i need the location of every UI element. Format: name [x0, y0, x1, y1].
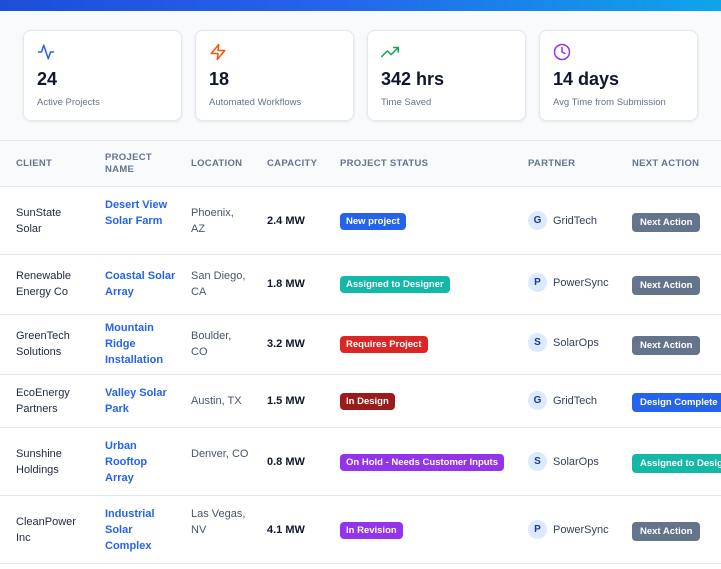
header-project-status[interactable]: PROJECT STATUS: [340, 158, 428, 170]
partner-avatar: S: [528, 452, 547, 471]
project-name-link[interactable]: Urban Rooftop Array: [105, 438, 177, 486]
partner-cell: P PowerSync: [528, 520, 609, 539]
client-name: SunState Solar: [16, 207, 62, 235]
partner-cell: G GridTech: [528, 211, 597, 230]
capacity: 0.8 MW: [267, 456, 305, 468]
partner-name: GridTech: [553, 214, 598, 227]
stats-row: 24 Active Projects 18 Automated Workflow…: [23, 30, 698, 121]
location: Boulder, CO: [191, 330, 232, 358]
header-location[interactable]: LOCATION: [191, 158, 242, 170]
project-name-link[interactable]: Mountain Ridge Installation: [105, 320, 177, 368]
partner-cell: P PowerSync: [528, 273, 609, 292]
status-cell: In Revision: [340, 522, 403, 539]
table-row[interactable]: SunState Solar Desert View Solar Farm Ph…: [0, 187, 721, 255]
action-cell: Next Action: [632, 336, 701, 355]
partner-avatar: S: [528, 333, 547, 352]
location: Austin, TX: [191, 395, 242, 407]
capacity: 3.2 MW: [267, 338, 305, 350]
capacity: 1.5 MW: [267, 395, 305, 407]
partner-avatar: G: [528, 211, 547, 230]
project-name-link[interactable]: Coastal Solar Array: [105, 268, 177, 300]
table-row[interactable]: GreenTech Solutions Mountain Ridge Insta…: [0, 315, 721, 375]
stat-card-active-projects: 24 Active Projects: [23, 30, 182, 121]
status-cell: Assigned to Designer: [340, 276, 450, 293]
partner-avatar: P: [528, 520, 547, 539]
partner-name: SolarOps: [553, 336, 599, 349]
status-badge: New project: [340, 213, 406, 230]
next-action-button[interactable]: Next Action: [632, 522, 701, 541]
stat-card-avg-time: 14 days Avg Time from Submission: [539, 30, 698, 121]
clock-icon: [553, 43, 571, 61]
status-badge: Assigned to Designer: [340, 276, 450, 293]
location: Denver, CO: [191, 448, 249, 460]
partner-name: PowerSync: [553, 523, 609, 536]
capacity: 2.4 MW: [267, 215, 305, 227]
location: Phoenix, AZ: [191, 207, 234, 235]
location: San Diego, CA: [191, 270, 246, 298]
client-name: EcoEnergy Partners: [16, 387, 70, 415]
stat-label: Avg Time from Submission: [553, 97, 666, 108]
table-row[interactable]: CleanPower Inc Industrial Solar Complex …: [0, 496, 721, 564]
status-badge: In Design: [340, 393, 395, 410]
location: Las Vegas, NV: [191, 508, 246, 536]
action-cell: Next Action: [632, 213, 701, 232]
status-cell: New project: [340, 213, 406, 230]
activity-icon: [37, 44, 55, 60]
status-cell: Requires Project: [340, 336, 428, 353]
next-action-button[interactable]: Next Action: [632, 336, 701, 355]
partner-name: GridTech: [553, 394, 598, 407]
partner-cell: S SolarOps: [528, 333, 599, 352]
action-cell: Next Action: [632, 276, 701, 295]
table-header: CLIENT PROJECT NAME LOCATION CAPACITY PR…: [0, 141, 721, 187]
design-complete-button[interactable]: Design Complete: [632, 393, 721, 412]
header-project-name[interactable]: PROJECT NAME: [105, 152, 165, 176]
partner-cell: S SolarOps: [528, 452, 599, 471]
capacity: 4.1 MW: [267, 524, 305, 536]
status-badge: In Revision: [340, 522, 403, 539]
capacity: 1.8 MW: [267, 278, 305, 290]
stat-card-automated-workflows: 18 Automated Workflows: [195, 30, 354, 121]
header-partner[interactable]: PARTNER: [528, 158, 575, 170]
stat-value: 24: [37, 69, 58, 89]
stat-value: 14 days: [553, 69, 620, 89]
stat-value: 342 hrs: [381, 69, 445, 89]
stat-card-time-saved: 342 hrs Time Saved: [367, 30, 526, 121]
stat-label: Automated Workflows: [209, 97, 302, 108]
header-next-action[interactable]: NEXT ACTION: [632, 158, 699, 170]
project-name-link[interactable]: Industrial Solar Complex: [105, 506, 177, 554]
assigned-to-designer-button[interactable]: Assigned to Designer: [632, 454, 721, 473]
project-name-link[interactable]: Desert View Solar Farm: [105, 197, 177, 229]
client-name: Renewable Energy Co: [16, 270, 72, 298]
client-name: GreenTech Solutions: [16, 330, 70, 358]
next-action-button[interactable]: Next Action: [632, 276, 701, 295]
action-cell: Assigned to Designer: [632, 454, 721, 473]
stat-label: Active Projects: [37, 97, 100, 108]
partner-avatar: G: [528, 391, 547, 410]
action-cell: Next Action: [632, 522, 701, 541]
top-accent-bar: [0, 0, 721, 11]
partner-name: PowerSync: [553, 276, 609, 289]
table-row[interactable]: Sunshine Holdings Urban Rooftop Array De…: [0, 428, 721, 496]
action-cell: Design Complete: [632, 393, 721, 412]
header-client[interactable]: CLIENT: [16, 158, 52, 170]
header-capacity[interactable]: CAPACITY: [267, 158, 317, 170]
status-cell: On Hold - Needs Customer Inputs: [340, 454, 505, 471]
trending-up-icon: [381, 46, 399, 58]
partner-avatar: P: [528, 273, 547, 292]
partner-name: SolarOps: [553, 455, 599, 468]
partner-cell: G GridTech: [528, 391, 597, 410]
next-action-button[interactable]: Next Action: [632, 213, 701, 232]
projects-table: CLIENT PROJECT NAME LOCATION CAPACITY PR…: [0, 140, 721, 569]
project-name-link[interactable]: Valley Solar Park: [105, 385, 177, 417]
client-name: Sunshine Holdings: [16, 448, 62, 476]
status-cell: In Design: [340, 393, 395, 410]
table-row[interactable]: Renewable Energy Co Coastal Solar Array …: [0, 255, 721, 315]
client-name: CleanPower Inc: [16, 516, 76, 544]
stat-value: 18: [209, 69, 230, 89]
status-badge: On Hold - Needs Customer Inputs: [340, 454, 505, 471]
table-row[interactable]: EcoEnergy Partners Valley Solar Park Aus…: [0, 375, 721, 428]
stat-label: Time Saved: [381, 97, 432, 108]
status-badge: Requires Project: [340, 336, 428, 353]
lightning-icon: [210, 43, 226, 61]
